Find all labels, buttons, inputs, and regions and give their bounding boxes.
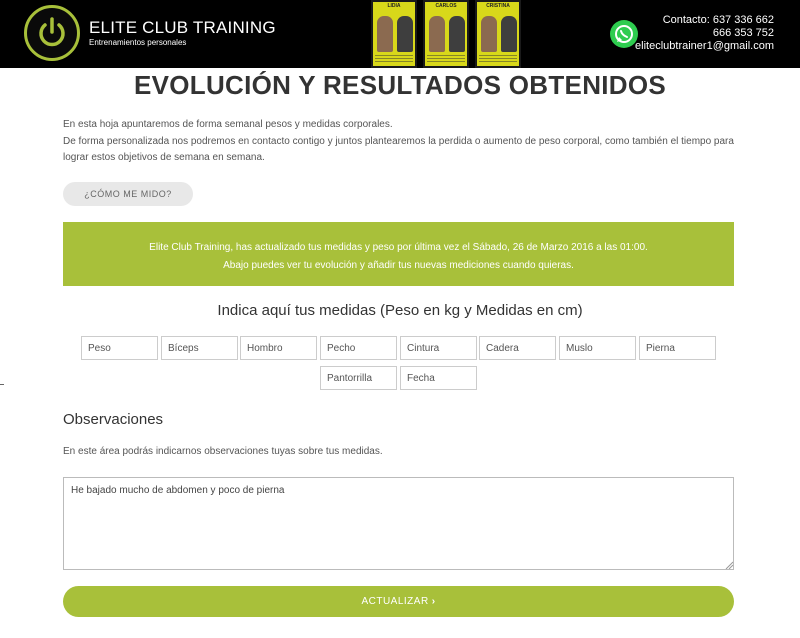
photo-figure-after — [397, 16, 413, 52]
resize-grip-icon[interactable] — [725, 561, 733, 569]
photo-figure-after — [449, 16, 465, 52]
photo-label: LIDIA — [387, 3, 401, 9]
intro-line-2: De forma personalizada nos podremos en c… — [63, 135, 734, 164]
divider — [0, 384, 4, 385]
cintura-input[interactable] — [400, 336, 477, 360]
before-after-photo-2: CARLOS — [423, 0, 469, 68]
photo-caption — [427, 55, 465, 64]
observations-help-text: En este área podrás indicarnos observaci… — [63, 446, 383, 457]
before-after-photo-3: CRISTINA — [475, 0, 521, 68]
peso-input[interactable] — [81, 336, 158, 360]
update-button-label: ACTUALIZAR — [361, 596, 429, 607]
fecha-input[interactable] — [400, 366, 477, 390]
power-icon[interactable] — [24, 5, 80, 61]
hombro-input[interactable] — [240, 336, 317, 360]
whatsapp-icon[interactable] — [610, 20, 638, 48]
banner-line-2: Abajo puedes ver tu evolución y añadir t… — [223, 260, 574, 271]
photo-caption — [375, 55, 413, 64]
photo-label: CARLOS — [435, 3, 457, 9]
page-title: EVOLUCIÓN Y RESULTADOS OBTENIDOS — [133, 70, 667, 100]
photo-figure-before — [481, 16, 497, 52]
contact-info: Contacto: 637 336 662 666 353 752 elitec… — [635, 14, 774, 53]
photo-figure-before — [377, 16, 393, 52]
cadera-input[interactable] — [479, 336, 556, 360]
how-to-measure-button[interactable]: ¿CÓMO ME MIDO? — [63, 182, 193, 206]
observations-textarea[interactable]: He bajado mucho de abdomen y poco de pie… — [63, 477, 734, 570]
photo-caption — [479, 55, 517, 64]
pecho-input[interactable] — [320, 336, 397, 360]
muslo-input[interactable] — [559, 336, 636, 360]
biceps-input[interactable] — [161, 336, 238, 360]
last-update-banner: Elite Club Training, has actualizado tus… — [63, 222, 734, 286]
contact-phone-1[interactable]: Contacto: 637 336 662 — [635, 14, 774, 27]
chevron-right-icon: › — [431, 596, 436, 607]
contact-email[interactable]: eliteclubtrainer1@gmail.com — [635, 40, 774, 53]
site-header: ELITE CLUB TRAINING Entrenamientos perso… — [0, 0, 800, 68]
brand-title[interactable]: ELITE CLUB TRAINING — [89, 18, 276, 38]
intro-text: En esta hoja apuntaremos de forma semana… — [63, 117, 743, 167]
measures-title: Indica aquí tus medidas (Peso en kg y Me… — [217, 302, 583, 319]
update-button[interactable]: ACTUALIZAR › — [63, 586, 734, 617]
banner-line-1: Elite Club Training, has actualizado tus… — [149, 242, 648, 253]
photo-figure-after — [501, 16, 517, 52]
pierna-input[interactable] — [639, 336, 716, 360]
photo-label: CRISTINA — [486, 3, 510, 9]
photo-figure-before — [429, 16, 445, 52]
intro-line-1: En esta hoja apuntaremos de forma semana… — [63, 119, 393, 130]
pantorrilla-input[interactable] — [320, 366, 397, 390]
observations-title: Observaciones — [63, 411, 164, 428]
brand-subtitle: Entrenamientos personales — [89, 38, 187, 47]
before-after-photo-1: LIDIA — [371, 0, 417, 68]
contact-phone-2[interactable]: 666 353 752 — [635, 27, 774, 40]
